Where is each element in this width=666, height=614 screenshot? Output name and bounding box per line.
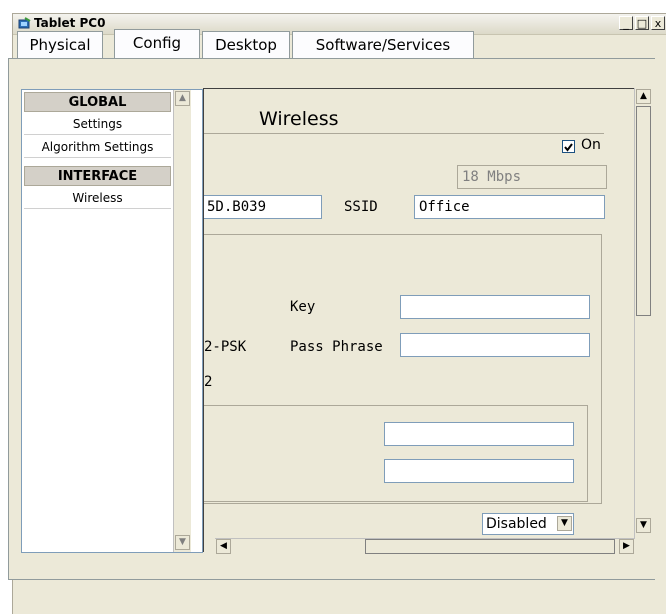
nav-header-global: GLOBAL [24,92,171,112]
scroll-down-arrow-icon[interactable]: ▼ [175,535,190,550]
pass-phrase-label: Pass Phrase [290,339,383,355]
tab-software-services[interactable]: Software/Services [292,31,474,58]
scroll-right-arrow-icon[interactable]: ▶ [619,539,634,554]
port-status-label: On [581,137,601,153]
enterprise-field-2[interactable] [384,459,574,483]
nav-item-wireless[interactable]: Wireless [24,187,171,209]
nav-scrollbar[interactable]: ▲ ▼ [173,90,191,552]
tab-config[interactable]: Config [114,29,200,60]
enterprise-field-1[interactable] [384,422,574,446]
scroll-up-arrow-icon[interactable]: ▲ [636,89,651,104]
vertical-scroll-thumb[interactable] [636,106,651,316]
close-button[interactable]: x [651,16,665,30]
checkmark-icon [564,143,573,152]
chevron-down-icon[interactable]: ▼ [557,516,572,531]
key-field[interactable] [400,295,590,319]
maximize-button[interactable]: □ [635,16,649,30]
mac-address-field[interactable]: 5D.B039 [204,195,322,219]
minimize-button[interactable]: _ [619,16,633,30]
encryption-type-value: Disabled [486,516,547,532]
tab-desktop[interactable]: Desktop [202,31,290,58]
tab-physical[interactable]: Physical [17,31,103,58]
port-status-checkbox[interactable] [562,140,575,153]
content-vertical-scrollbar[interactable]: ▲ ▼ [634,88,653,552]
scroll-up-arrow-icon[interactable]: ▲ [175,91,190,106]
window-title: Tablet PC0 [34,16,106,30]
encryption-type-select[interactable]: Disabled ▼ [482,513,574,535]
nav-item-settings[interactable]: Settings [24,113,171,135]
tablet-pc-icon [18,17,31,29]
ssid-field[interactable]: Office [414,195,605,219]
config-nav-list: GLOBAL Settings Algorithm Settings INTER… [21,89,203,553]
key-label: Key [290,299,316,315]
bandwidth-field: 18 Mbps [457,165,607,189]
content-horizontal-scrollbar[interactable]: ◀ ▶ [215,538,635,554]
ssid-label: SSID [344,199,378,215]
nav-item-algorithm-settings[interactable]: Algorithm Settings [24,136,171,158]
horizontal-scroll-thumb[interactable] [365,539,615,554]
heading-divider [204,133,604,134]
wpa2-psk-option-label: 2-PSK [204,339,247,355]
nav-header-interface: INTERFACE [24,166,171,186]
scroll-left-arrow-icon[interactable]: ◀ [216,539,231,554]
wireless-settings-pane: Wireless On 18 Mbps 5D.B039 SSID Office … [203,88,634,552]
enterprise-group [204,405,588,502]
pass-phrase-field[interactable] [400,333,590,357]
scroll-down-arrow-icon[interactable]: ▼ [636,518,651,533]
wpa2-option-label: 2 [204,374,213,390]
wireless-heading: Wireless [259,108,339,130]
